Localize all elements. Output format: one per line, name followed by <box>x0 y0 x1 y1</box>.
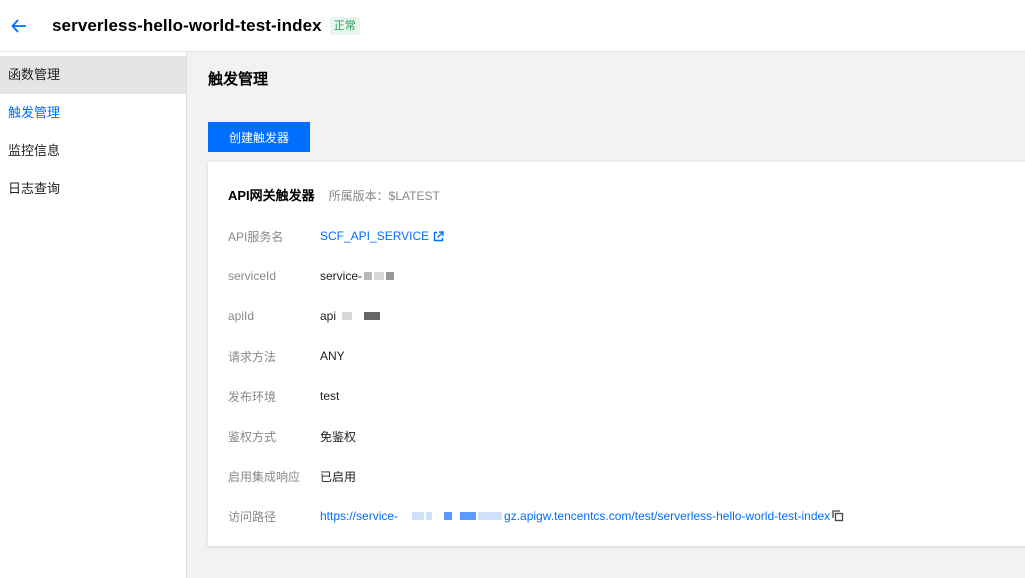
row-environment: 发布环境 test <box>228 386 339 406</box>
sidebar: 函数管理 触发管理 监控信息 日志查询 <box>0 52 187 578</box>
redacted-text <box>374 272 385 280</box>
row-integration-response: 启用集成响应 已启用 <box>228 466 356 486</box>
redacted-text <box>364 272 373 280</box>
top-bar: serverless-hello-world-test-index 正常 <box>0 0 1025 52</box>
row-label: API服务名 <box>228 229 284 244</box>
row-request-method: 请求方法 ANY <box>228 346 345 366</box>
redacted-text <box>478 512 503 520</box>
api-id-value: api <box>320 309 337 323</box>
page-title: 触发管理 <box>208 71 269 88</box>
trigger-card-header: API网关触发器 所属版本：$LATEST <box>228 185 440 204</box>
auth-method-value: 免鉴权 <box>320 429 357 444</box>
trigger-version: 所属版本：$LATEST <box>328 189 440 203</box>
function-title: serverless-hello-world-test-index <box>52 15 322 35</box>
row-label: serviceId <box>228 269 277 283</box>
create-trigger-button[interactable]: 创建触发器 <box>208 122 310 152</box>
row-label: 启用集成响应 <box>228 469 301 484</box>
request-method-value: ANY <box>320 349 345 363</box>
row-api-service: API服务名 SCF_API_SERVICE <box>228 226 444 246</box>
row-service-id: serviceId service- <box>228 266 395 286</box>
status-badge: 正常 <box>329 16 360 35</box>
redacted-text <box>444 512 453 520</box>
access-path-link-prefix[interactable]: https://service- <box>320 509 398 523</box>
copy-icon[interactable] <box>832 510 844 522</box>
row-label: 鉴权方式 <box>228 429 277 444</box>
row-api-id: apiId api <box>228 306 381 326</box>
integration-response-value: 已启用 <box>320 469 357 484</box>
row-label: 发布环境 <box>228 389 277 404</box>
redacted-text <box>426 512 433 520</box>
sidebar-item-trigger-management[interactable]: 触发管理 <box>0 94 186 132</box>
arrow-left-icon <box>11 18 26 33</box>
access-path-link-suffix[interactable]: gz.apigw.tencentcs.com/test/serverless-h… <box>504 509 830 523</box>
sidebar-item-monitoring[interactable]: 监控信息 <box>0 132 186 170</box>
trigger-type-title: API网关触发器 <box>228 188 315 203</box>
redacted-text <box>386 272 395 280</box>
external-link-icon[interactable] <box>433 230 444 242</box>
back-button[interactable] <box>4 11 34 41</box>
row-label: 访问路径 <box>228 509 277 524</box>
api-service-link[interactable]: SCF_API_SERVICE <box>320 229 429 243</box>
main-content: 触发管理 创建触发器 API网关触发器 所属版本：$LATEST API服务名 … <box>187 52 1025 578</box>
trigger-card: API网关触发器 所属版本：$LATEST API服务名 SCF_API_SER… <box>208 162 1025 546</box>
row-label: apiId <box>228 309 255 323</box>
service-id-value: service- <box>320 269 363 283</box>
redacted-text <box>364 312 381 320</box>
environment-value: test <box>320 389 340 403</box>
redacted-text <box>342 312 353 320</box>
row-auth-method: 鉴权方式 免鉴权 <box>228 426 356 446</box>
sidebar-item-function-management[interactable]: 函数管理 <box>0 56 186 94</box>
row-access-path: 访问路径 https://service- gz.apigw.tencentcs… <box>228 506 844 526</box>
row-label: 请求方法 <box>228 349 277 364</box>
redacted-text <box>412 512 425 520</box>
sidebar-item-log-query[interactable]: 日志查询 <box>0 170 186 208</box>
redacted-text <box>460 512 477 520</box>
